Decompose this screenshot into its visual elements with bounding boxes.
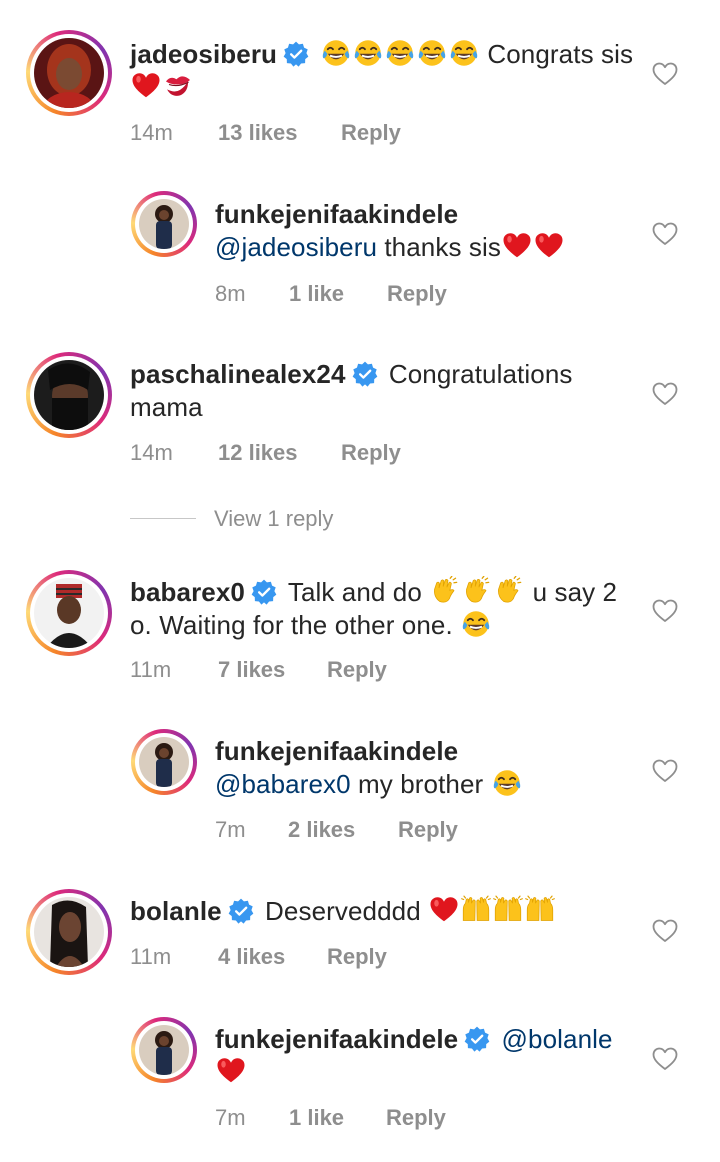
like-heart-outline-icon[interactable]	[652, 1047, 678, 1071]
verified-badge-icon	[283, 41, 309, 67]
comment-text: bolanle Deservedddd	[130, 895, 635, 928]
raising-hands-emoji-icon	[493, 895, 523, 925]
comment-text: babarex0 Talk and do u say 2 o. Waiting …	[130, 576, 635, 642]
laughing-emoji-icon	[353, 38, 383, 68]
laughing-emoji-icon	[449, 38, 479, 68]
comment-body: thanks sis	[377, 232, 501, 262]
comment-text: jadeosiberu Congrats sis	[130, 38, 635, 104]
timestamp: 11m	[130, 657, 172, 682]
verified-badge-icon	[228, 898, 254, 924]
username[interactable]: funkejenifaakindele	[215, 199, 458, 229]
verified-badge-icon	[464, 1026, 490, 1052]
clapping-hands-emoji-icon	[430, 576, 460, 606]
likes-count[interactable]: 4 likes	[218, 944, 285, 970]
comment-body: Congrats sis	[480, 39, 634, 69]
mention-link[interactable]: @bolanle	[502, 1024, 613, 1054]
reply-button[interactable]: Reply	[398, 817, 458, 843]
like-heart-outline-icon[interactable]	[652, 382, 678, 406]
avatar[interactable]	[131, 1017, 197, 1083]
timestamp: 11m	[130, 944, 172, 969]
avatar[interactable]	[26, 889, 112, 975]
like-heart-outline-icon[interactable]	[652, 222, 678, 246]
comment-text: funkejenifaakindele @jadeosiberu thanks …	[215, 198, 635, 264]
like-heart-outline-icon[interactable]	[652, 62, 678, 86]
mention-link[interactable]: @jadeosiberu	[215, 232, 377, 262]
reply-button[interactable]: Reply	[341, 120, 401, 146]
timestamp: 14m	[130, 440, 173, 465]
kiss-mark-emoji-icon	[163, 71, 193, 101]
username[interactable]: jadeosiberu	[130, 39, 277, 69]
timestamp: 7m	[215, 817, 246, 842]
reply-button[interactable]: Reply	[386, 1105, 446, 1131]
red-heart-emoji-icon	[429, 895, 459, 925]
timestamp: 7m	[215, 1105, 246, 1130]
username[interactable]: bolanle	[130, 896, 222, 926]
laughing-emoji-icon	[492, 768, 522, 798]
clapping-hands-emoji-icon	[462, 576, 492, 606]
likes-count[interactable]: 7 likes	[218, 657, 285, 683]
laughing-emoji-icon	[461, 609, 491, 639]
laughing-emoji-icon	[417, 38, 447, 68]
red-heart-emoji-icon	[534, 231, 564, 261]
reply-button[interactable]: Reply	[341, 440, 401, 466]
raising-hands-emoji-icon	[461, 895, 491, 925]
comment-text: funkejenifaakindele @bolanle	[215, 1023, 635, 1089]
verified-badge-icon	[251, 579, 277, 605]
username[interactable]: paschalinealex24	[130, 359, 346, 389]
view-replies-label[interactable]: View 1 reply	[214, 506, 333, 532]
verified-badge-icon	[352, 361, 378, 387]
likes-count[interactable]: 1 like	[289, 1105, 344, 1131]
like-heart-outline-icon[interactable]	[652, 919, 678, 943]
reply-button[interactable]: Reply	[327, 944, 387, 970]
username[interactable]: funkejenifaakindele	[215, 1024, 458, 1054]
comment-body: my brother	[350, 769, 491, 799]
laughing-emoji-icon	[321, 38, 351, 68]
red-heart-emoji-icon	[216, 1056, 246, 1086]
avatar[interactable]	[26, 30, 112, 116]
raising-hands-emoji-icon	[525, 895, 555, 925]
mention-link[interactable]: @babarex0	[215, 769, 351, 799]
like-heart-outline-icon[interactable]	[652, 599, 678, 623]
laughing-emoji-icon	[385, 38, 415, 68]
likes-count[interactable]: 2 likes	[288, 817, 355, 843]
likes-count[interactable]: 12 likes	[218, 440, 298, 466]
avatar[interactable]	[131, 191, 197, 257]
likes-count[interactable]: 1 like	[289, 281, 344, 307]
comment-body: Deservedddd	[265, 896, 429, 926]
reply-button[interactable]: Reply	[327, 657, 387, 683]
clapping-hands-emoji-icon	[494, 576, 524, 606]
comment-body: Talk and do	[287, 577, 430, 607]
divider	[130, 518, 196, 519]
username[interactable]: babarex0	[130, 577, 245, 607]
comment-text: funkejenifaakindele @babarex0 my brother	[215, 735, 635, 801]
likes-count[interactable]: 13 likes	[218, 120, 298, 146]
red-heart-emoji-icon	[502, 231, 532, 261]
timestamp: 14m	[130, 120, 173, 145]
red-heart-emoji-icon	[131, 71, 161, 101]
timestamp: 8m	[215, 281, 246, 306]
reply-button[interactable]: Reply	[387, 281, 447, 307]
avatar[interactable]	[26, 570, 112, 656]
avatar[interactable]	[26, 352, 112, 438]
avatar[interactable]	[131, 729, 197, 795]
username[interactable]: funkejenifaakindele	[215, 736, 458, 766]
comment-text: paschalinealex24 Congratulations mama	[130, 358, 635, 424]
like-heart-outline-icon[interactable]	[652, 759, 678, 783]
